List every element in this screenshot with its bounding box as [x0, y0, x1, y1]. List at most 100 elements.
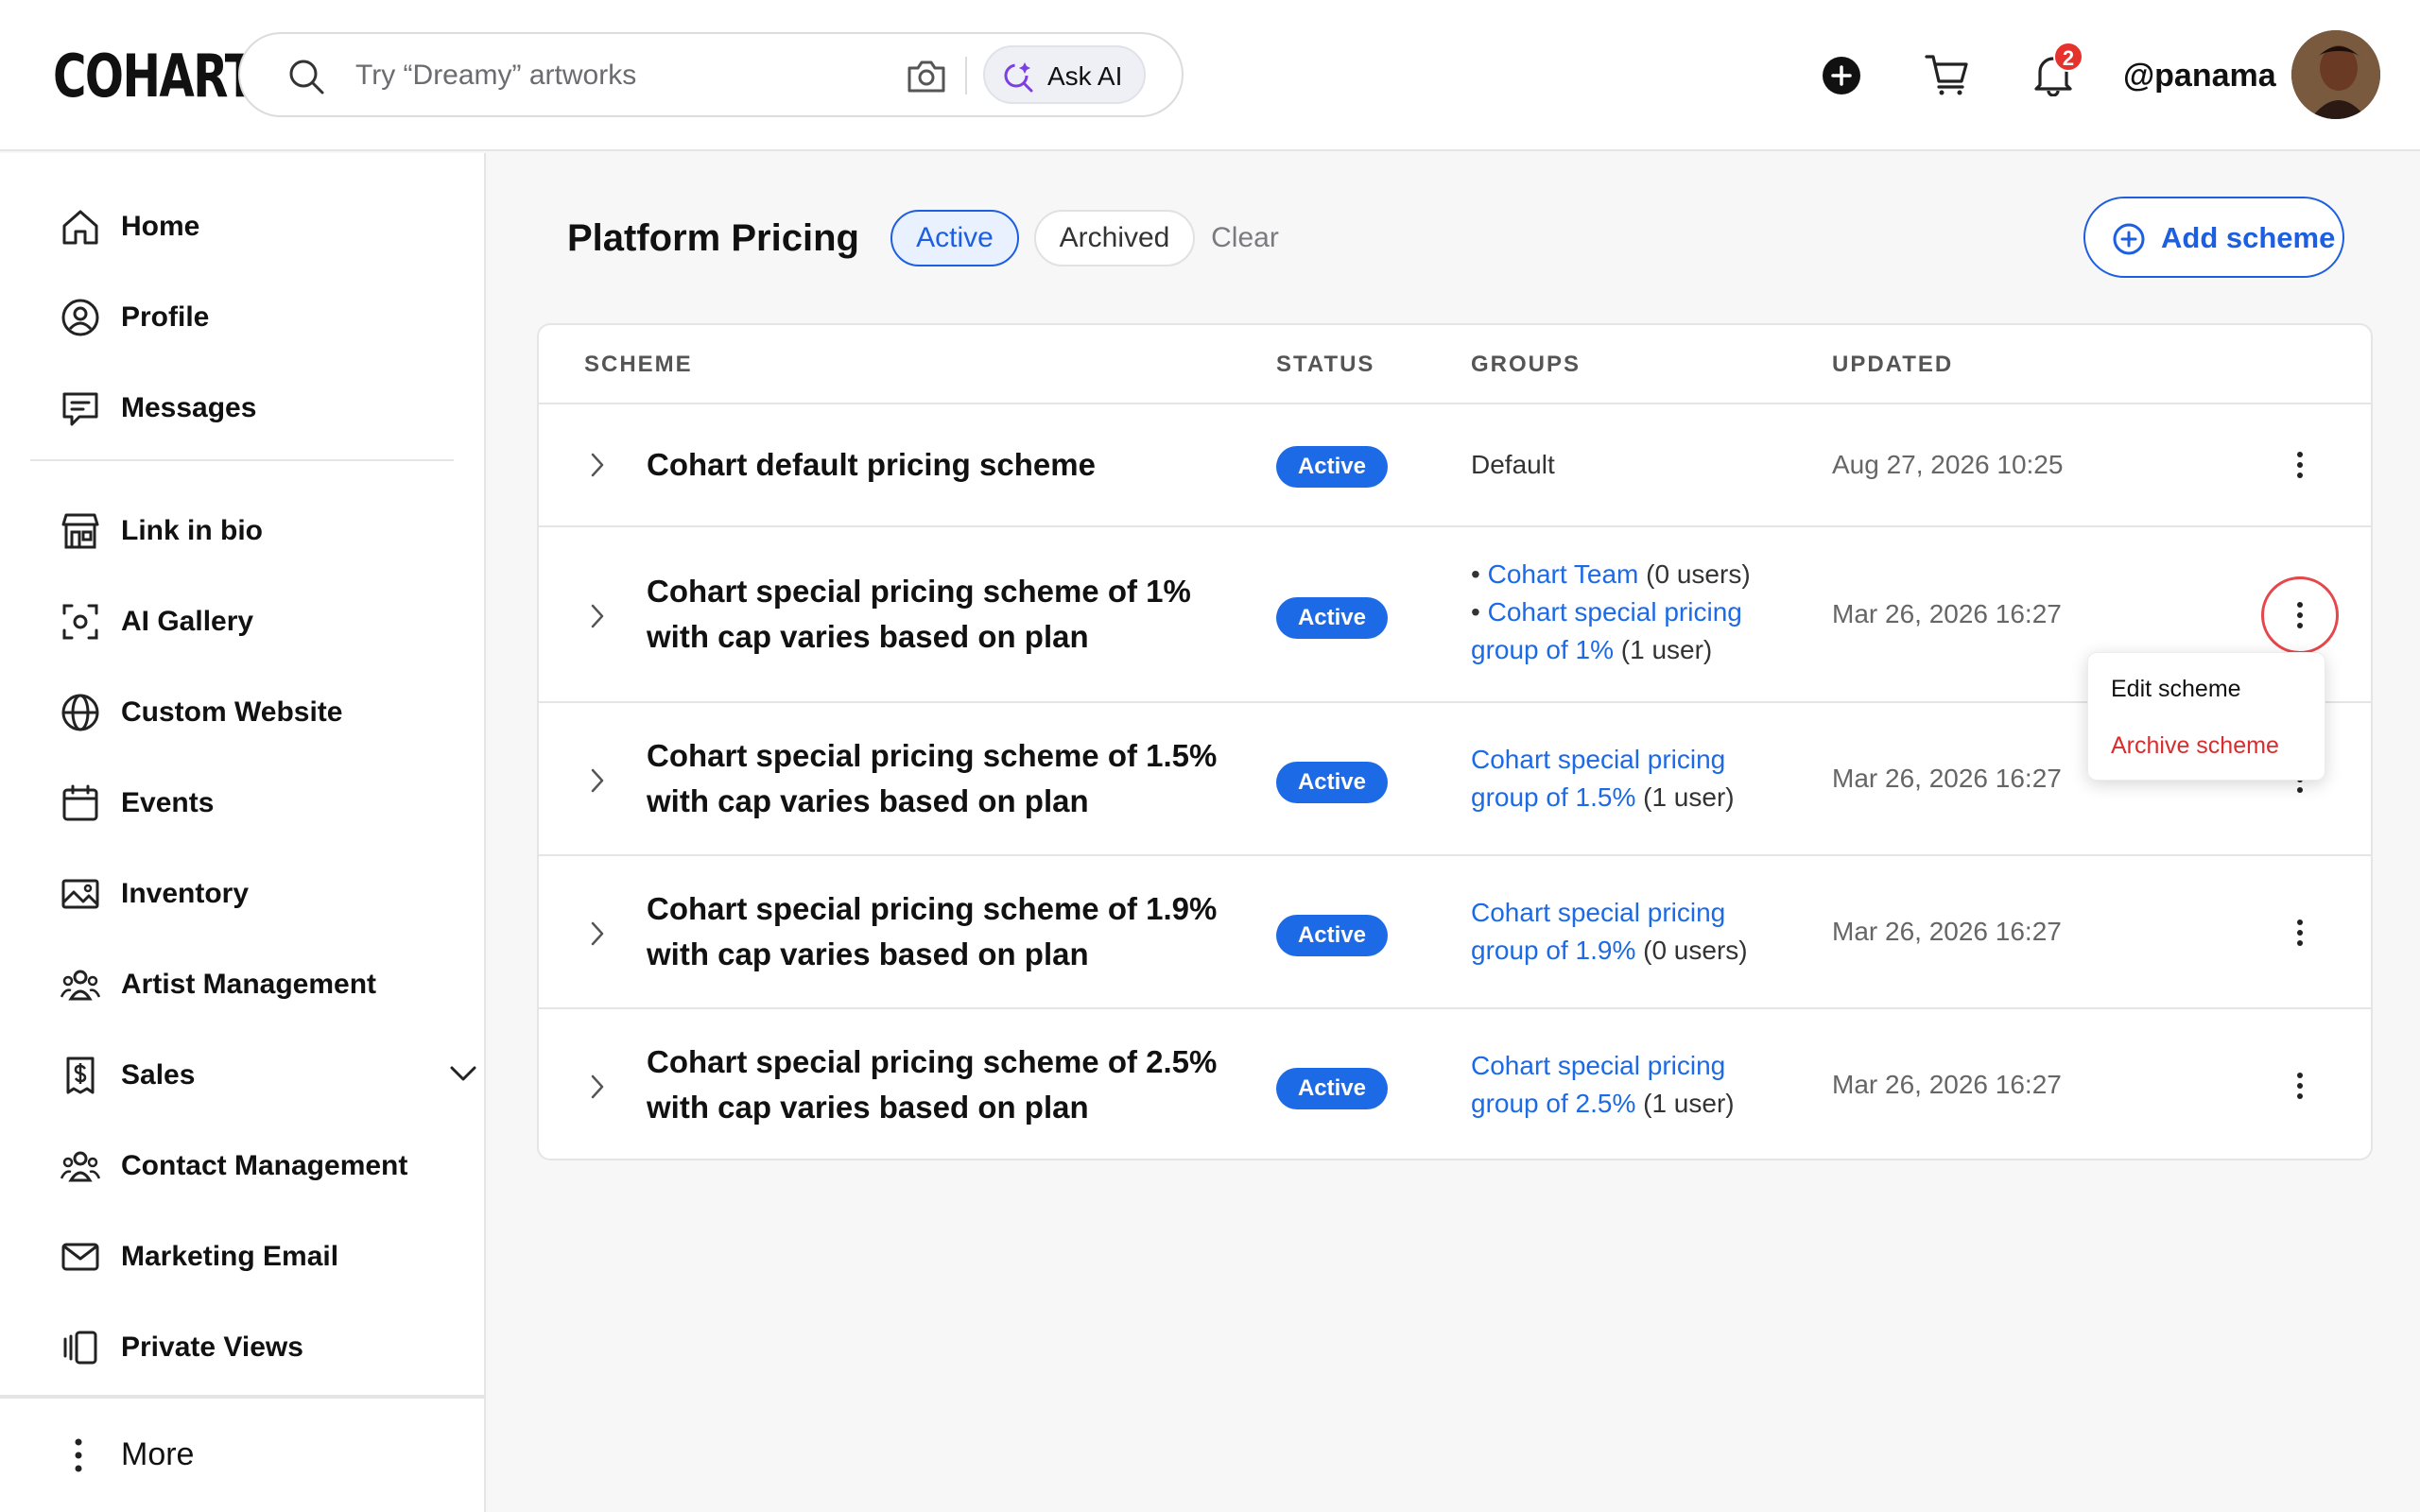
- chevron-right-icon[interactable]: [588, 1074, 607, 1100]
- group-link[interactable]: group of 2.5%: [1471, 1089, 1635, 1118]
- scheme-name: Cohart special pricing scheme of 1.5% wi…: [647, 738, 1218, 818]
- sidebar-item-private-views[interactable]: Private Views: [60, 1323, 439, 1370]
- status-badge: Active: [1276, 915, 1388, 956]
- group-link[interactable]: Cohart Team: [1488, 559, 1639, 589]
- contacts-icon: [60, 1151, 100, 1182]
- groups-cell: Default: [1471, 446, 1792, 484]
- sidebar-item-label: Events: [121, 787, 215, 818]
- sidebar-item-label: AI Gallery: [121, 606, 254, 637]
- sidebar-item-custom-website[interactable]: Custom Website: [60, 688, 439, 735]
- sidebar-divider: [30, 459, 454, 461]
- sidebar-item-contact-management[interactable]: Contact Management: [60, 1142, 439, 1189]
- group-count: (0 users): [1643, 936, 1748, 965]
- row-action-menu: Edit scheme Archive scheme: [2087, 652, 2325, 781]
- table-row[interactable]: Cohart special pricing scheme of 2.5% wi…: [539, 1007, 2371, 1159]
- archive-scheme-menu-item[interactable]: Archive scheme: [2111, 730, 2279, 761]
- sidebar-item-link-in-bio[interactable]: Link in bio: [60, 507, 439, 554]
- ai-sparkle-icon: [1004, 62, 1033, 93]
- add-circle-icon: [2113, 223, 2145, 255]
- table-row[interactable]: Cohart default pricing scheme Active Def…: [539, 403, 2371, 525]
- status-badge: Active: [1276, 1068, 1388, 1109]
- updated-timestamp: Aug 27, 2026 10:25: [1832, 450, 2064, 479]
- group-link[interactable]: group of 1%: [1471, 635, 1614, 664]
- row-menu-icon[interactable]: [2293, 918, 2307, 948]
- ask-ai-button[interactable]: Ask AI: [983, 45, 1146, 104]
- scheme-name: Cohart special pricing scheme of 2.5% wi…: [647, 1044, 1218, 1125]
- sidebar-item-messages[interactable]: Messages: [60, 384, 439, 431]
- chevron-right-icon[interactable]: [588, 452, 607, 478]
- calendar-icon: [62, 784, 98, 821]
- group-link[interactable]: Cohart special pricing: [1471, 745, 1725, 774]
- column-header-scheme[interactable]: SCHEME: [584, 350, 693, 380]
- page-title: Platform Pricing: [567, 217, 859, 259]
- chevron-right-icon[interactable]: [588, 767, 607, 794]
- search-input[interactable]: Try “Dreamy” artworks: [355, 57, 636, 94]
- group-count: (0 users): [1646, 559, 1751, 589]
- sidebar-item-label: Marketing Email: [121, 1241, 339, 1272]
- globe-icon: [61, 694, 99, 731]
- chevron-right-icon[interactable]: [588, 920, 607, 947]
- column-header-status[interactable]: STATUS: [1276, 350, 1374, 380]
- profile-icon: [61, 299, 99, 336]
- sidebar: Home Profile Messages Link in bio AI Gal…: [0, 153, 486, 1512]
- filter-archived-chip[interactable]: Archived: [1034, 210, 1195, 266]
- search-bar[interactable]: Try “Dreamy” artworks Ask AI: [238, 32, 1184, 117]
- create-plus-icon[interactable]: [1823, 57, 1860, 94]
- sidebar-item-profile[interactable]: Profile: [60, 293, 439, 340]
- row-menu-icon[interactable]: [2293, 600, 2307, 630]
- table-row[interactable]: Cohart special pricing scheme of 1.9% wi…: [539, 854, 2371, 1007]
- chevron-down-icon[interactable]: [448, 1062, 478, 1085]
- group-link[interactable]: group of 1.9%: [1471, 936, 1635, 965]
- sidebar-item-label: Link in bio: [121, 515, 263, 546]
- search-divider: [965, 57, 967, 94]
- group-link[interactable]: group of 1.5%: [1471, 782, 1635, 812]
- filter-active-chip[interactable]: Active: [890, 210, 1019, 266]
- updated-timestamp: Mar 26, 2026 16:27: [1832, 917, 2062, 946]
- sidebar-item-label: Private Views: [121, 1332, 303, 1363]
- sidebar-divider: [0, 1395, 484, 1399]
- cohart-logo[interactable]: COHART: [53, 43, 256, 110]
- sidebar-item-sales[interactable]: Sales: [60, 1051, 476, 1098]
- column-header-updated[interactable]: UPDATED: [1832, 350, 1953, 380]
- groups-cell: Cohart special pricing group of 1.5% (1 …: [1471, 741, 1792, 816]
- sidebar-more-button[interactable]: More: [60, 1431, 439, 1478]
- updated-timestamp: Mar 26, 2026 16:27: [1832, 1070, 2062, 1099]
- sidebar-item-ai-gallery[interactable]: AI Gallery: [60, 597, 439, 644]
- cart-icon[interactable]: [1925, 53, 1970, 96]
- group-count: (1 user): [1643, 1089, 1735, 1118]
- bullet: •: [1471, 597, 1488, 627]
- camera-icon[interactable]: [906, 57, 947, 94]
- group-count: (1 user): [1620, 635, 1713, 664]
- more-vertical-icon: [75, 1438, 82, 1472]
- more-label: More: [121, 1436, 195, 1472]
- chevron-right-icon[interactable]: [588, 603, 607, 629]
- avatar[interactable]: [2291, 30, 2380, 119]
- group-link[interactable]: Cohart special pricing: [1471, 1051, 1725, 1080]
- column-header-groups[interactable]: GROUPS: [1471, 350, 1581, 380]
- sidebar-item-home[interactable]: Home: [60, 202, 439, 249]
- group-link[interactable]: Cohart special pricing: [1471, 898, 1725, 927]
- sidebar-item-label: Sales: [121, 1059, 196, 1091]
- sidebar-item-label: Custom Website: [121, 696, 343, 728]
- sidebar-item-events[interactable]: Events: [60, 779, 439, 826]
- group-text: Default: [1471, 450, 1555, 479]
- sidebar-item-label: Messages: [121, 392, 257, 423]
- group-link[interactable]: Cohart special pricing: [1488, 597, 1742, 627]
- sidebar-item-marketing-email[interactable]: Marketing Email: [60, 1232, 439, 1280]
- row-menu-icon[interactable]: [2293, 450, 2307, 480]
- row-menu-icon[interactable]: [2293, 1071, 2307, 1101]
- username[interactable]: @panama: [2123, 55, 2276, 96]
- sidebar-item-artist-management[interactable]: Artist Management: [60, 960, 439, 1007]
- group-count: (1 user): [1643, 782, 1735, 812]
- sidebar-item-label: Contact Management: [121, 1150, 408, 1181]
- add-scheme-button[interactable]: Add scheme: [2083, 197, 2344, 278]
- notification-badge: 2: [2053, 42, 2083, 72]
- scheme-name: Cohart special pricing scheme of 1% with…: [647, 574, 1191, 654]
- ask-ai-label: Ask AI: [1047, 61, 1123, 91]
- filter-clear-button[interactable]: Clear: [1202, 210, 1288, 266]
- home-icon: [62, 210, 98, 245]
- sidebar-item-inventory[interactable]: Inventory: [60, 869, 439, 917]
- edit-scheme-menu-item[interactable]: Edit scheme: [2111, 674, 2241, 704]
- sidebar-item-label: Artist Management: [121, 969, 377, 1000]
- add-scheme-label: Add scheme: [2161, 221, 2336, 254]
